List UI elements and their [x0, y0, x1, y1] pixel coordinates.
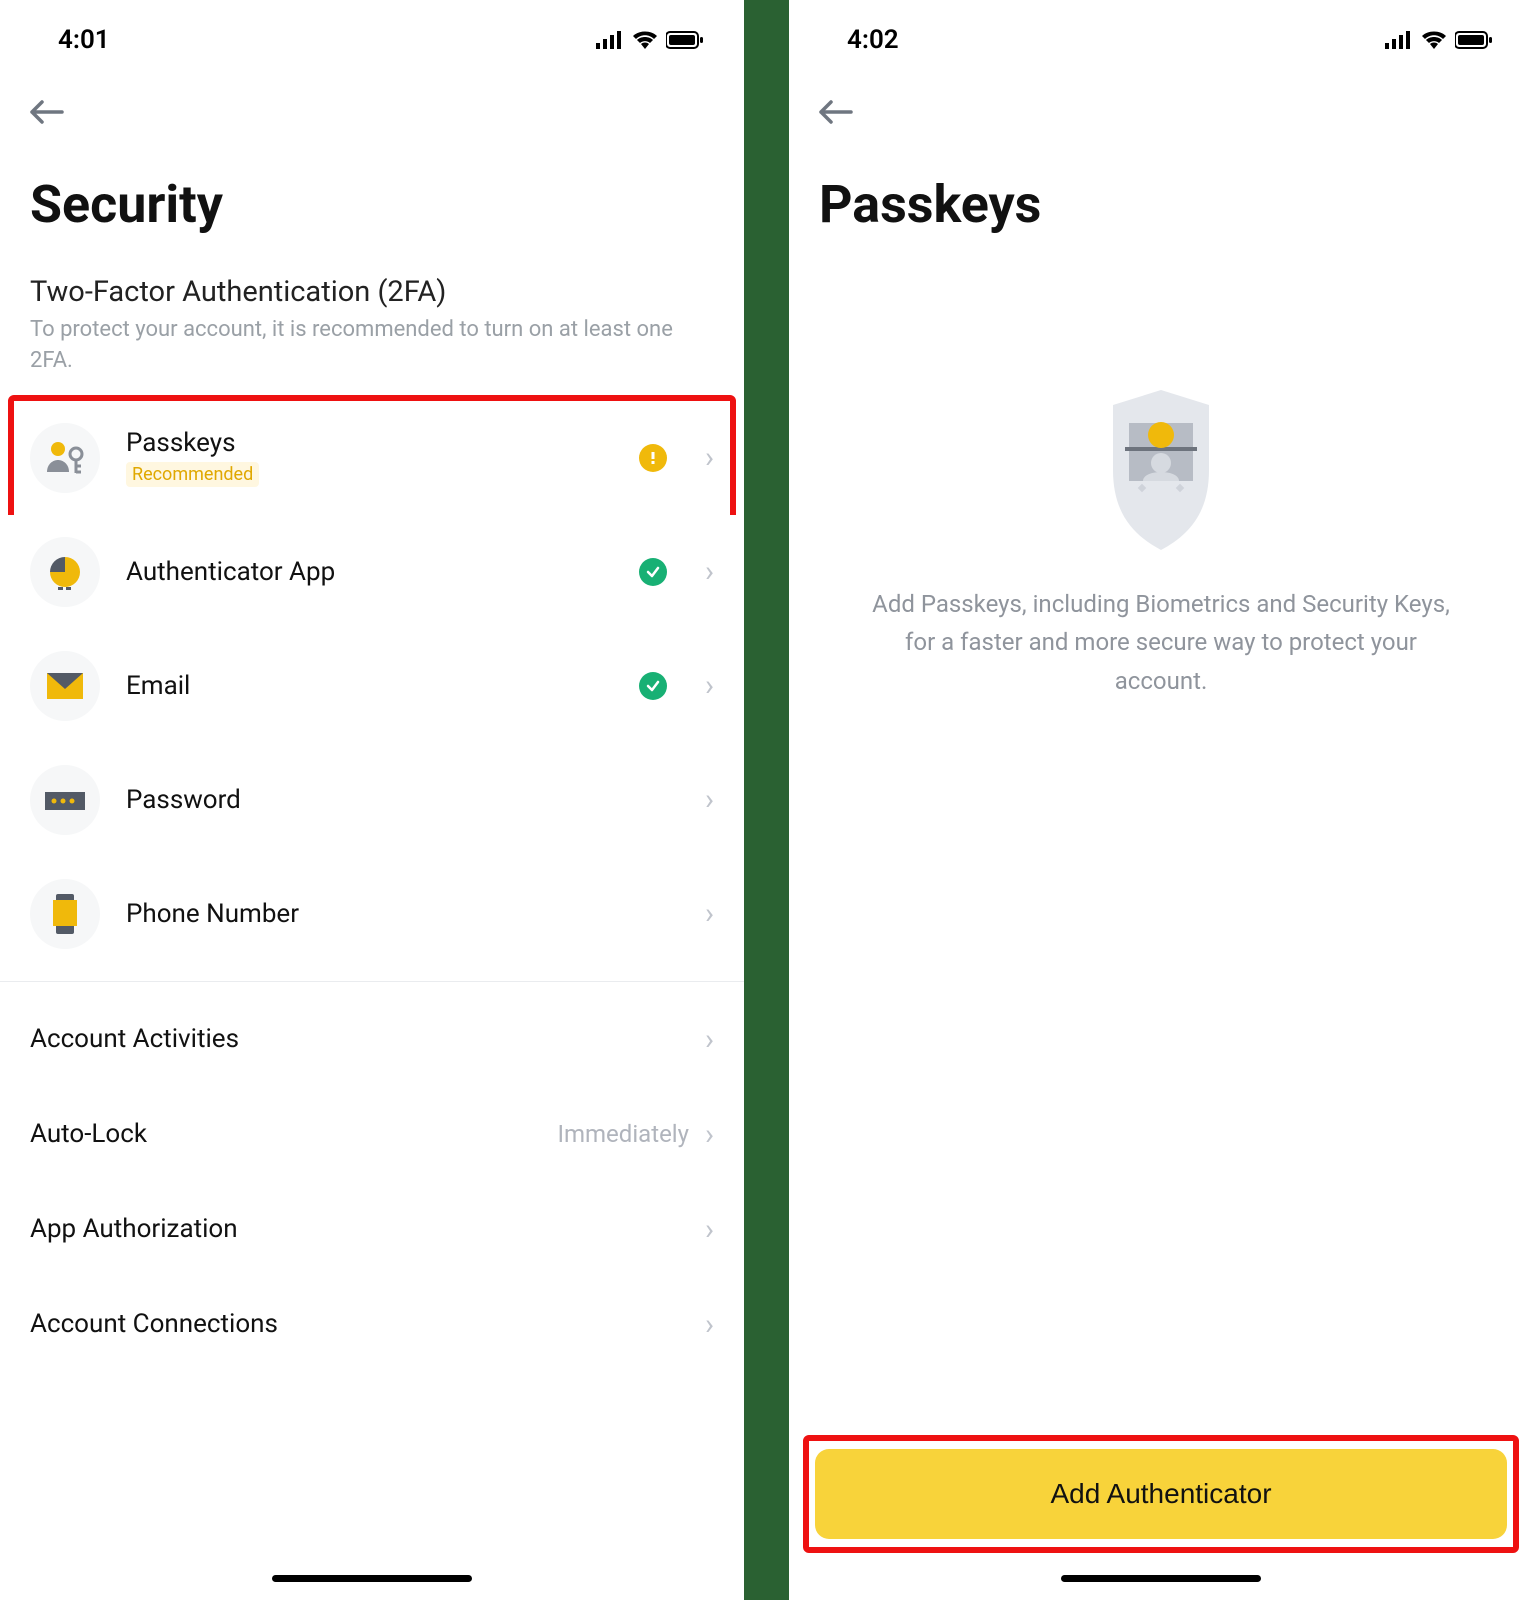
page-title: Passkeys: [789, 144, 1533, 265]
empty-state: Add Passkeys, including Biometrics and S…: [789, 265, 1533, 1423]
row-label: App Authorization: [30, 1214, 238, 1244]
screenshot-divider: [744, 0, 789, 1600]
back-button[interactable]: [30, 100, 64, 124]
status-icons: [596, 31, 704, 49]
row-value: Immediately: [557, 1120, 689, 1148]
password-icon: [30, 765, 100, 835]
chevron-right-icon: ›: [705, 896, 714, 931]
chevron-right-icon: ›: [705, 1022, 714, 1057]
row-account-activities[interactable]: Account Activities ›: [0, 992, 744, 1087]
row-account-connections[interactable]: Account Connections ›: [0, 1277, 744, 1372]
tfa-heading: Two-Factor Authentication (2FA): [0, 265, 744, 315]
row-title: Phone Number: [126, 899, 679, 929]
back-button[interactable]: [819, 100, 853, 124]
row-passkeys[interactable]: Passkeys Recommended ›: [0, 401, 744, 515]
row-authenticator-app[interactable]: Authenticator App ›: [0, 515, 744, 629]
row-email[interactable]: Email ›: [0, 629, 744, 743]
status-bar: 4:01: [0, 0, 744, 70]
authenticator-icon: [30, 537, 100, 607]
status-time: 4:01: [58, 25, 110, 55]
row-title: Passkeys: [126, 428, 613, 458]
row-title: Authenticator App: [126, 557, 613, 587]
status-time: 4:02: [847, 25, 899, 55]
recommended-badge: Recommended: [126, 462, 259, 487]
wifi-icon: [1421, 31, 1447, 49]
home-indicator: [272, 1575, 472, 1582]
empty-state-text: Add Passkeys, including Biometrics and S…: [789, 555, 1533, 730]
chevron-right-icon: ›: [705, 554, 714, 589]
row-title: Email: [126, 671, 613, 701]
add-authenticator-button[interactable]: Add Authenticator: [815, 1449, 1507, 1539]
row-label: Account Connections: [30, 1309, 278, 1339]
screen-passkeys: 4:02 Passkeys: [789, 0, 1533, 1600]
row-title: Password: [126, 785, 679, 815]
home-indicator: [1061, 1575, 1261, 1582]
row-phone-number[interactable]: Phone Number ›: [0, 857, 744, 971]
tfa-description: To protect your account, it is recommend…: [0, 315, 744, 401]
chevron-right-icon: ›: [705, 1117, 714, 1152]
row-label: Auto-Lock: [30, 1119, 147, 1149]
screen-security: 4:01 Security Two-Factor Authentication …: [0, 0, 744, 1600]
chevron-right-icon: ›: [705, 668, 714, 703]
ok-status-icon: [639, 672, 667, 700]
empty-illustration-icon: [1091, 385, 1231, 555]
section-divider: [0, 981, 744, 982]
cellular-signal-icon: [596, 31, 624, 49]
status-bar: 4:02: [789, 0, 1533, 70]
row-auto-lock[interactable]: Auto-Lock Immediately ›: [0, 1087, 744, 1182]
wifi-icon: [632, 31, 658, 49]
status-icons: [1385, 31, 1493, 49]
email-icon: [30, 651, 100, 721]
chevron-right-icon: ›: [705, 440, 714, 475]
chevron-right-icon: ›: [705, 1212, 714, 1247]
row-password[interactable]: Password ›: [0, 743, 744, 857]
page-title: Security: [0, 144, 744, 265]
passkeys-icon: [30, 423, 100, 493]
warning-status-icon: [639, 444, 667, 472]
nav-back: [789, 70, 1533, 144]
chevron-right-icon: ›: [705, 1307, 714, 1342]
phone-icon: [30, 879, 100, 949]
ok-status-icon: [639, 558, 667, 586]
row-label: Account Activities: [30, 1024, 239, 1054]
cellular-signal-icon: [1385, 31, 1413, 49]
battery-icon: [666, 31, 704, 49]
chevron-right-icon: ›: [705, 782, 714, 817]
nav-back: [0, 70, 744, 144]
battery-icon: [1455, 31, 1493, 49]
row-app-authorization[interactable]: App Authorization ›: [0, 1182, 744, 1277]
